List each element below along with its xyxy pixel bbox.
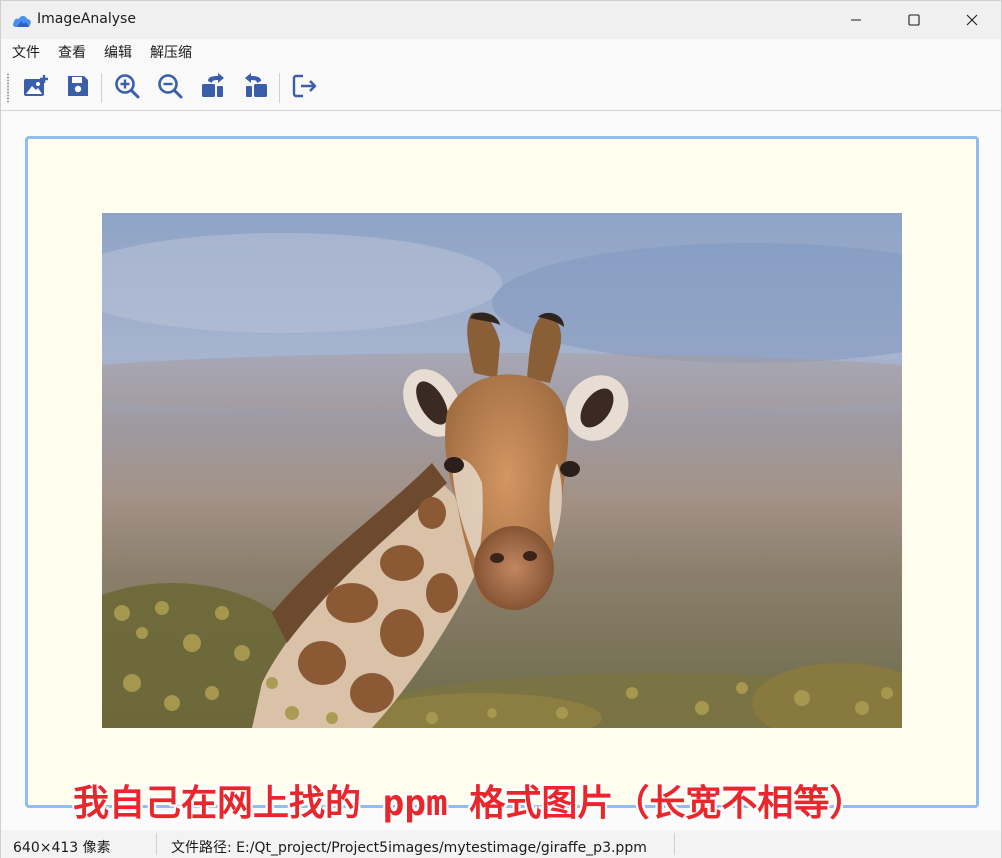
rotate-left-button[interactable] [239, 71, 273, 105]
menu-edit[interactable]: 编辑 [96, 40, 140, 64]
minimize-button[interactable] [827, 1, 885, 39]
maximize-button[interactable] [885, 1, 943, 39]
window-title: ImageAnalyse [37, 11, 136, 27]
status-divider [156, 833, 157, 855]
maximize-icon [908, 11, 920, 30]
rotate-right-icon [200, 73, 226, 103]
open-image-button[interactable] [19, 71, 53, 105]
central-area: 我自己在网上找的 ppm 格式图片（长宽不相等） [1, 112, 1001, 830]
image-size-label: 640×413 像素 [13, 840, 111, 856]
zoom-out-button[interactable] [153, 71, 187, 105]
menu-file[interactable]: 文件 [4, 40, 48, 64]
toolbar-grip-handle[interactable] [7, 73, 9, 103]
annotation-text: 我自己在网上找的 ppm 格式图片（长宽不相等） [73, 783, 866, 824]
status-divider [674, 833, 675, 855]
zoom-in-button[interactable] [110, 71, 144, 105]
giraffe-photo [102, 213, 902, 728]
status-bar: 640×413 像素 文件路径: E:/Qt_project/Project5i… [1, 830, 1001, 858]
menu-view[interactable]: 查看 [50, 40, 94, 64]
zoom-out-icon [157, 73, 183, 103]
main-window: ImageAnalyse 文件 查看 编辑 解压缩 我自己在网上找的 ppm 格… [0, 0, 1002, 858]
menu-bar: 文件 查看 编辑 解压缩 [1, 39, 1001, 65]
save-icon [66, 74, 90, 102]
menu-decompress[interactable]: 解压缩 [142, 40, 200, 64]
rotate-left-icon [243, 73, 269, 103]
close-button[interactable] [943, 1, 1001, 39]
toolbar-separator [279, 73, 280, 103]
minimize-icon [850, 11, 862, 30]
rotate-right-button[interactable] [196, 71, 230, 105]
title-bar[interactable]: ImageAnalyse [1, 1, 1001, 39]
toolbar-separator [101, 73, 102, 103]
exit-icon [292, 74, 318, 102]
image-frame [25, 136, 979, 808]
save-button[interactable] [61, 71, 95, 105]
exit-button[interactable] [288, 71, 322, 105]
file-path-label: 文件路径: E:/Qt_project/Project5images/mytes… [171, 840, 647, 856]
cloud-icon [12, 11, 32, 29]
open-image-icon [23, 74, 49, 102]
close-icon [966, 11, 978, 30]
toolbar [1, 65, 1001, 111]
zoom-in-icon [114, 73, 140, 103]
